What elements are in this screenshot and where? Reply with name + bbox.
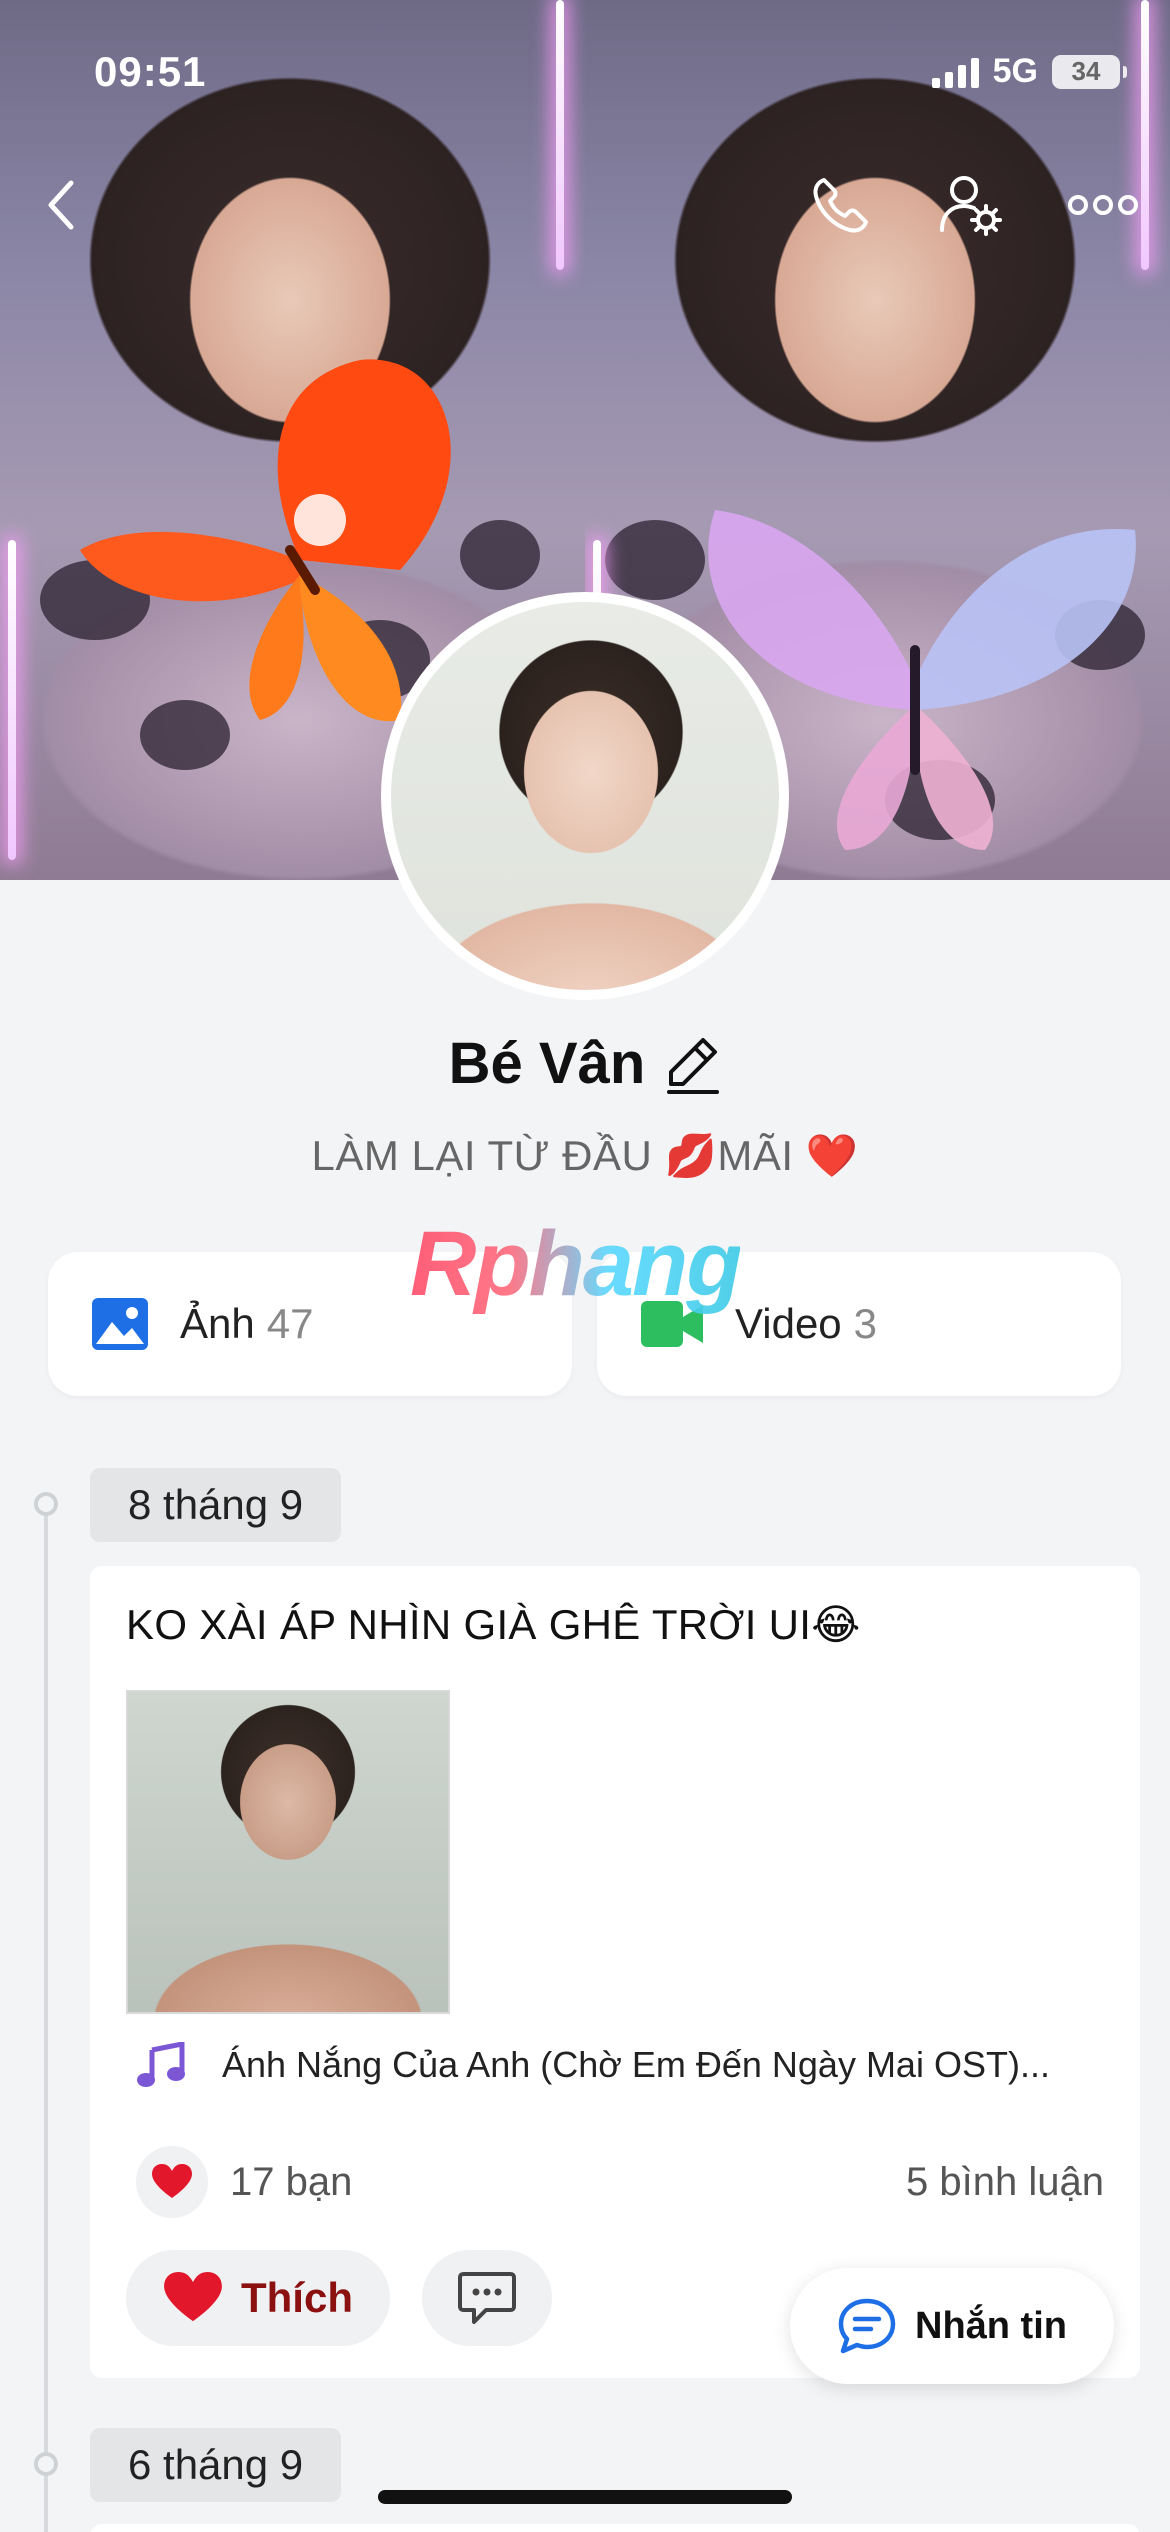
like-button[interactable]: Thích — [126, 2250, 390, 2346]
profile-name-row: Bé Vân — [0, 1030, 1170, 1097]
post-photo[interactable] — [126, 1690, 450, 2014]
phone-icon — [813, 178, 868, 233]
date-chip: 6 tháng 9 — [90, 2428, 342, 2502]
music-note-icon — [137, 2042, 185, 2087]
photos-label: Ảnh — [180, 1300, 255, 1347]
timeline-dot — [34, 2452, 58, 2476]
comment-button[interactable] — [422, 2250, 552, 2346]
comment-bubble-icon — [458, 2272, 516, 2324]
edit-pencil-icon[interactable] — [665, 1034, 721, 1094]
status-time: 09:51 — [94, 48, 207, 95]
network-type: 5G — [992, 52, 1038, 90]
heart-icon — [164, 2272, 222, 2322]
chevron-left-icon — [48, 180, 74, 230]
profile-settings-button[interactable] — [936, 170, 1006, 240]
more-dots-icon — [1068, 195, 1138, 215]
date-chip: 8 tháng 9 — [90, 1468, 342, 1542]
profile-bio: LÀM LẠI TỪ ĐẦU 💋MÃI ❤️ — [311, 1132, 859, 1179]
photos-count: 47 — [266, 1300, 314, 1347]
message-button[interactable]: Nhắn tin — [790, 2268, 1114, 2384]
post-card[interactable] — [90, 2524, 1140, 2532]
profile-avatar[interactable] — [381, 592, 789, 1000]
post-card[interactable]: KO XÀI ÁP NHÌN GIÀ GHÊ TRỜI UI😂 Ánh Nắng… — [90, 1566, 1140, 2378]
post-text: KO XÀI ÁP NHÌN GIÀ GHÊ TRỜI UI😂 — [126, 1601, 861, 1648]
comments-count[interactable]: 5 bình luận — [906, 2160, 1104, 2205]
call-button[interactable] — [806, 170, 876, 240]
back-button[interactable] — [26, 170, 96, 240]
status-indicators: 5G 34 — [931, 52, 1127, 91]
message-button-label: Nhắn tin — [915, 2304, 1067, 2347]
more-options-button[interactable] — [1068, 170, 1138, 240]
home-indicator[interactable] — [378, 2490, 792, 2504]
music-title: Ánh Nắng Của Anh (Chờ Em Đến Ngày Mai OS… — [222, 2044, 1050, 2085]
videos-label: Video — [735, 1300, 842, 1347]
heart-reaction-icon — [136, 2146, 208, 2218]
profile-name: Bé Vân — [448, 1031, 646, 1096]
likes-count: 17 bạn — [230, 2159, 353, 2204]
reactions-summary[interactable]: 17 bạn — [136, 2146, 352, 2218]
battery-icon: 34 — [1052, 54, 1127, 89]
user-gear-icon — [940, 176, 1002, 236]
watermark-logo: Rphang — [410, 1213, 742, 1315]
timeline-line — [44, 1505, 48, 2532]
like-button-label: Thích — [241, 2274, 353, 2321]
image-icon — [92, 1298, 148, 1350]
chat-bubble-icon — [838, 2298, 896, 2354]
timeline-dot — [34, 1492, 58, 1516]
cellular-signal-icon — [931, 56, 979, 88]
videos-count: 3 — [853, 1300, 878, 1347]
post-music[interactable]: Ánh Nắng Của Anh (Chờ Em Đến Ngày Mai OS… — [136, 2042, 1102, 2088]
